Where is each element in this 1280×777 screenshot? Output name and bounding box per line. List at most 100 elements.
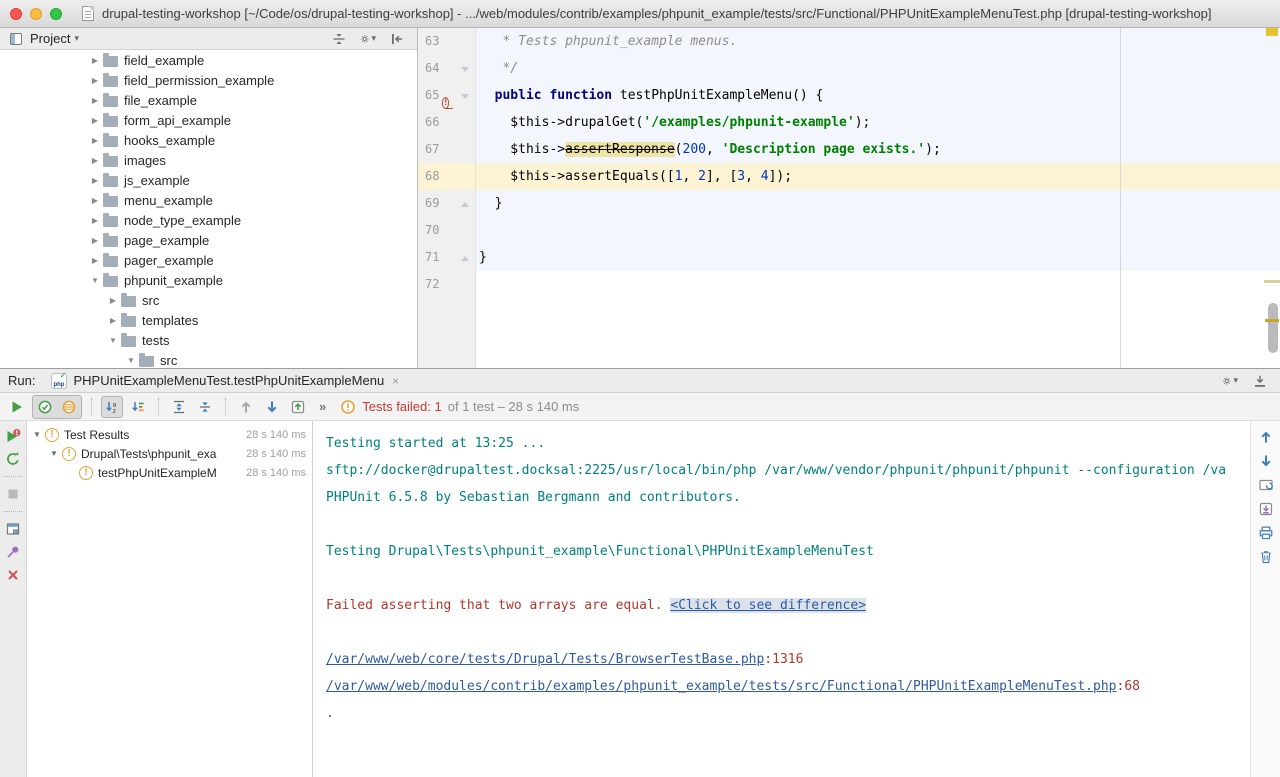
editor-scrollbar[interactable] bbox=[1268, 303, 1278, 353]
run-toolbar: az»Tests failed: 1 of 1 test – 28 s 140 … bbox=[0, 393, 1280, 421]
chevron-right-icon[interactable]: ▶ bbox=[89, 236, 101, 245]
rerun-failed-tests-icon[interactable] bbox=[5, 428, 21, 444]
project-tree-item[interactable]: ▶node_type_example bbox=[0, 210, 417, 230]
chevron-right-icon[interactable]: ▶ bbox=[89, 196, 101, 205]
show-ignored-button[interactable] bbox=[58, 396, 80, 418]
chevron-right-icon[interactable]: ▶ bbox=[107, 296, 119, 305]
hide-panel-down-icon[interactable] bbox=[1252, 373, 1268, 389]
chevron-down-icon[interactable]: ▼ bbox=[107, 336, 119, 345]
print-icon[interactable] bbox=[1258, 525, 1274, 541]
project-tree-item[interactable]: ▶ file_example bbox=[0, 90, 417, 110]
error-stripe-mark[interactable] bbox=[1266, 28, 1278, 36]
chevron-right-icon[interactable]: ▶ bbox=[89, 96, 101, 105]
console-link[interactable]: /var/www/web/modules/contrib/examples/ph… bbox=[326, 679, 1117, 694]
run-tab[interactable]: PHPUnitExampleMenuTest.testPhpUnitExampl… bbox=[45, 369, 405, 393]
project-tree-item[interactable]: ▶field_permission_example bbox=[0, 70, 417, 90]
hide-panel-left-icon[interactable] bbox=[389, 31, 405, 47]
code-line[interactable]: 64 */ bbox=[418, 55, 1280, 82]
collapse-all-run-button[interactable] bbox=[194, 396, 216, 418]
restore-layout-icon[interactable] bbox=[5, 521, 21, 537]
fold-marker-icon[interactable] bbox=[461, 94, 469, 99]
project-tree-item[interactable]: ▶page_example bbox=[0, 230, 417, 250]
close-red-icon[interactable] bbox=[5, 567, 21, 583]
fold-marker-icon[interactable] bbox=[461, 256, 469, 261]
chevron-right-icon[interactable]: ▶ bbox=[89, 136, 101, 145]
soft-wrap-icon[interactable] bbox=[1258, 477, 1274, 493]
chevron-right-icon[interactable]: ▶ bbox=[89, 116, 101, 125]
chevron-right-icon[interactable]: ▶ bbox=[89, 176, 101, 185]
project-panel-header: Project ▾ ▾ bbox=[0, 28, 417, 50]
chevron-down-icon[interactable]: ▼ bbox=[89, 276, 101, 285]
expand-all-button[interactable] bbox=[168, 396, 190, 418]
pin-tab-icon[interactable] bbox=[5, 544, 21, 560]
code-line[interactable]: 66 $this->drupalGet('/examples/phpunit-e… bbox=[418, 109, 1280, 136]
test-tree-item[interactable]: !testPhpUnitExampleM28 s 140 ms bbox=[27, 463, 312, 482]
project-tree-item[interactable]: ▶images bbox=[0, 150, 417, 170]
close-icon[interactable]: × bbox=[392, 374, 399, 388]
console-link[interactable]: /var/www/web/core/tests/Drupal/Tests/Bro… bbox=[326, 652, 764, 667]
clear-all-icon[interactable] bbox=[1258, 549, 1274, 565]
rerun-button[interactable] bbox=[6, 396, 28, 418]
stop-icon[interactable] bbox=[5, 486, 21, 502]
chevron-right-icon[interactable]: ▶ bbox=[89, 76, 101, 85]
chevron-down-icon[interactable]: ▼ bbox=[125, 356, 137, 365]
caret-stripe-mark[interactable] bbox=[1265, 319, 1279, 322]
collapse-all-icon[interactable] bbox=[331, 31, 347, 47]
show-passed-button[interactable] bbox=[34, 396, 56, 418]
more-actions-button[interactable]: » bbox=[313, 398, 332, 416]
import-test-results-button[interactable] bbox=[287, 396, 309, 418]
window-zoom-button[interactable] bbox=[50, 8, 62, 20]
test-failed-run-icon[interactable]: ! bbox=[442, 97, 449, 109]
chevron-right-icon[interactable]: ▶ bbox=[89, 216, 101, 225]
code-line[interactable]: 65! public function testPhpUnitExampleMe… bbox=[418, 82, 1280, 109]
rerun-circular-icon[interactable] bbox=[5, 451, 21, 467]
tree-item-label: file_example bbox=[124, 93, 197, 108]
project-tree-item[interactable]: ▶menu_example bbox=[0, 190, 417, 210]
previous-failed-test-button[interactable] bbox=[235, 396, 257, 418]
folder-icon bbox=[103, 56, 118, 67]
project-tree-item[interactable]: ▶src bbox=[0, 290, 417, 310]
down-stack-trace-icon[interactable] bbox=[1258, 453, 1274, 469]
scroll-to-end-icon[interactable] bbox=[1258, 501, 1274, 517]
next-failed-test-button[interactable] bbox=[261, 396, 283, 418]
settings-icon[interactable]: ▾ bbox=[1222, 373, 1238, 389]
project-tree-item[interactable]: ▼phpunit_example bbox=[0, 270, 417, 290]
test-tree-item[interactable]: ▼!Test Results28 s 140 ms bbox=[27, 425, 312, 444]
code-line[interactable]: 67 $this->assertResponse(200, 'Descripti… bbox=[418, 136, 1280, 163]
project-tree-item[interactable]: ▶field_example bbox=[0, 50, 417, 70]
code-line[interactable]: 68 $this->assertEquals([1, 2], [3, 4]); bbox=[418, 163, 1280, 190]
up-stack-trace-icon[interactable] bbox=[1258, 429, 1274, 445]
fold-marker-icon[interactable] bbox=[461, 67, 469, 72]
window-close-button[interactable] bbox=[10, 8, 22, 20]
sort-by-duration-button[interactable] bbox=[127, 396, 149, 418]
project-tree-item[interactable]: ▼tests bbox=[0, 330, 417, 350]
project-tree-item[interactable]: ▼src bbox=[0, 350, 417, 368]
project-tree-item[interactable]: ▶form_api_example bbox=[0, 110, 417, 130]
project-tree-item[interactable]: ▶pager_example bbox=[0, 250, 417, 270]
collapse-all-run-icon bbox=[197, 399, 213, 415]
project-tree-item[interactable]: ▶templates bbox=[0, 310, 417, 330]
project-tree-item[interactable]: ▶hooks_example bbox=[0, 130, 417, 150]
code-line[interactable]: 70 bbox=[418, 217, 1280, 244]
code-line[interactable]: 63 * Tests phpunit_example menus. bbox=[418, 28, 1280, 55]
console-link[interactable]: <Click to see difference> bbox=[670, 598, 866, 613]
code-line[interactable]: 71} bbox=[418, 244, 1280, 271]
warning-stripe-mark[interactable] bbox=[1264, 280, 1280, 283]
chevron-right-icon[interactable]: ▶ bbox=[89, 156, 101, 165]
chevron-right-icon[interactable]: ▶ bbox=[89, 56, 101, 65]
chevron-down-icon[interactable]: ▼ bbox=[31, 430, 43, 439]
chevron-down-icon[interactable]: ▾ bbox=[74, 33, 79, 44]
code-line[interactable]: 72 bbox=[418, 271, 1280, 298]
window-minimize-button[interactable] bbox=[30, 8, 42, 20]
chevron-right-icon[interactable]: ▶ bbox=[89, 256, 101, 265]
settings-icon[interactable]: ▾ bbox=[360, 31, 376, 47]
sort-alphabetically-button[interactable]: az bbox=[101, 396, 123, 418]
code-line[interactable]: 69 } bbox=[418, 190, 1280, 217]
chevron-right-icon[interactable]: ▶ bbox=[107, 316, 119, 325]
test-tree-item[interactable]: ▼!Drupal\Tests\phpunit_exa28 s 140 ms bbox=[27, 444, 312, 463]
project-tree-item[interactable]: ▶js_example bbox=[0, 170, 417, 190]
fold-marker-icon[interactable] bbox=[461, 202, 469, 207]
chevron-down-icon[interactable]: ▼ bbox=[48, 449, 60, 458]
next-failed-test-icon bbox=[264, 399, 280, 415]
code-editor[interactable]: 63 * Tests phpunit_example menus.64 */65… bbox=[418, 28, 1280, 368]
